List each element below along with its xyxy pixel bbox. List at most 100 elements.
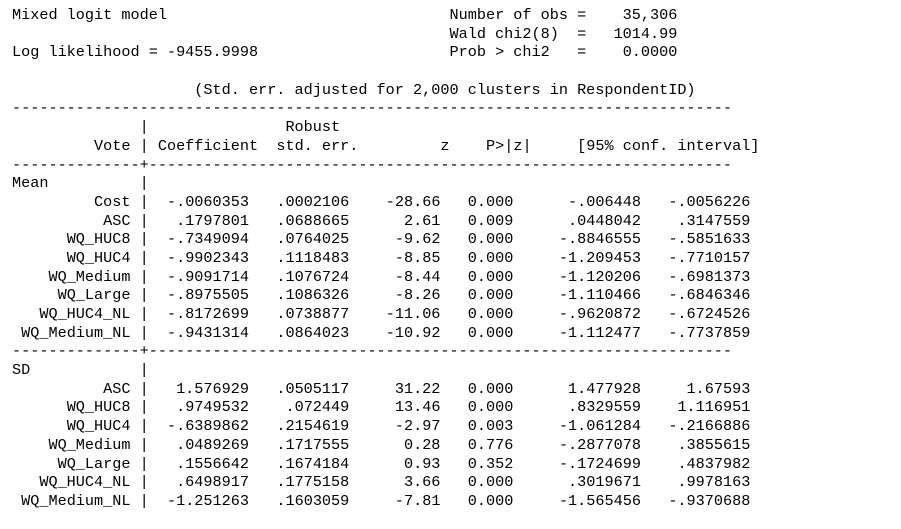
- row-ci-upper: -.6981373: [668, 267, 751, 286]
- row-z: -11.06: [385, 305, 441, 323]
- table-row: WQ_Medium_NL | -1.251263 .1603059 -7.81 …: [21, 491, 751, 510]
- stat-label: Wald chi2(8): [449, 24, 559, 43]
- table-row: WQ_Medium | -.9091714 .1076724 -8.44 0.0…: [48, 267, 751, 286]
- row-std-err: .1086326: [276, 286, 350, 305]
- row-z: -9.62: [394, 230, 441, 249]
- row-variable: WQ_Medium_NL: [21, 491, 131, 510]
- row-z: 31.22: [394, 379, 441, 398]
- row-coefficient: -.8172699: [166, 305, 249, 323]
- row-std-err: .1076724: [276, 267, 350, 286]
- row-std-err: .0505117: [276, 379, 350, 398]
- table-row: WQ_HUC4_NL | -.8172699 .0738877 -11.06 0…: [39, 305, 751, 323]
- col-z: z: [440, 136, 450, 155]
- row-ci-lower: -.8846555: [558, 230, 641, 249]
- row-variable: WQ_Large: [57, 454, 131, 473]
- row-pvalue: 0.000: [467, 398, 514, 417]
- row-ci-upper: -.5851633: [668, 230, 751, 249]
- row-coefficient: -.7349094: [166, 230, 249, 249]
- section-rule: --------------+-------------------------…: [12, 342, 733, 361]
- table-row: ASC | .1797801 .0688665 2.61 0.009 .0448…: [103, 211, 751, 230]
- row-ci-lower: -1.209453: [558, 248, 641, 267]
- depvar-label: Vote: [94, 136, 131, 155]
- stat-value: 0.0000: [622, 43, 678, 62]
- row-ci-lower: -.006448: [568, 192, 641, 211]
- row-pvalue: 0.000: [467, 230, 514, 249]
- row-pvalue: 0.000: [467, 473, 514, 492]
- section-header: SD |: [12, 361, 149, 380]
- row-coefficient: -.9091714: [166, 267, 249, 286]
- row-ci-upper: -.0056226: [668, 192, 751, 211]
- row-coefficient: .0489269: [176, 435, 249, 454]
- row-variable: WQ_HUC4_NL: [39, 473, 131, 492]
- row-ci-upper: .9978163: [677, 473, 751, 492]
- row-variable: Cost: [94, 192, 131, 211]
- row-ci-lower: -1.112477: [558, 323, 641, 342]
- row-ci-lower: -.2877078: [558, 435, 641, 454]
- row-std-err: .0002106: [276, 192, 350, 211]
- row-pvalue: 0.000: [467, 192, 514, 211]
- row-variable: ASC: [103, 379, 131, 398]
- row-coefficient: -.6389862: [166, 417, 249, 436]
- table-row: ASC | 1.576929 .0505117 31.22 0.000 1.47…: [103, 379, 751, 398]
- header-line-1: Mixed logit model Number of obs = 35,306: [12, 6, 678, 24]
- row-z: -8.85: [394, 248, 441, 267]
- row-pvalue: 0.000: [467, 305, 514, 323]
- row-ci-lower: -1.061284: [558, 417, 641, 436]
- row-coefficient: -1.251263: [166, 491, 249, 510]
- row-z: -8.44: [394, 267, 441, 286]
- row-std-err: .1118483: [276, 248, 350, 267]
- row-variable: WQ_HUC8: [66, 230, 131, 249]
- row-ci-upper: -.7737859: [668, 323, 751, 342]
- table-row: WQ_Large | .1556642 .1674184 0.93 0.352 …: [57, 454, 751, 473]
- row-std-err: .0764025: [276, 230, 350, 249]
- row-ci-lower: -1.120206: [558, 267, 641, 286]
- row-variable: WQ_Medium: [48, 435, 131, 454]
- row-variable: WQ_HUC8: [66, 398, 131, 417]
- row-coefficient: .9749532: [176, 398, 249, 417]
- row-z: -2.97: [394, 417, 441, 436]
- header-line-2: Wald chi2(8) = 1014.99: [449, 24, 678, 43]
- section-header: Mean |: [12, 174, 149, 193]
- stat-value: 1014.99: [613, 24, 678, 43]
- row-ci-lower: -.1724699: [558, 454, 641, 473]
- row-variable: WQ_HUC4: [66, 417, 131, 436]
- row-ci-upper: -.2166886: [668, 417, 751, 436]
- row-z: 0.93: [403, 454, 441, 473]
- row-variable: WQ_HUC4_NL: [39, 305, 131, 323]
- column-header-1: | Robust: [12, 118, 341, 137]
- row-ci-upper: -.6846346: [668, 286, 751, 305]
- row-coefficient: -.0060353: [166, 192, 249, 211]
- row-ci-upper: -.6724526: [668, 305, 751, 323]
- row-std-err: .1674184: [276, 454, 350, 473]
- row-ci-upper: -.7710157: [668, 248, 751, 267]
- col-coefficient: Coefficient: [157, 136, 259, 155]
- row-std-err: .0688665: [276, 211, 350, 230]
- row-coefficient: -.8975505: [166, 286, 249, 305]
- row-std-err: .072449: [285, 398, 350, 417]
- stat-label: Number of obs: [449, 6, 568, 24]
- row-std-err: .1775158: [276, 473, 350, 492]
- row-coefficient: .1556642: [176, 454, 249, 473]
- row-variable: ASC: [103, 211, 131, 230]
- table-row: WQ_HUC4 | -.9902343 .1118483 -8.85 0.000…: [66, 248, 751, 267]
- row-z: 3.66: [403, 473, 441, 492]
- table-row: WQ_Large | -.8975505 .1086326 -8.26 0.00…: [57, 286, 751, 305]
- row-ci-lower: .0448042: [568, 211, 641, 230]
- model-title: Mixed logit model: [12, 6, 167, 24]
- row-std-err: .0738877: [276, 305, 350, 323]
- row-pvalue: 0.000: [467, 248, 514, 267]
- row-ci-lower: -1.110466: [558, 286, 641, 305]
- row-z: -7.81: [394, 491, 441, 510]
- row-ci-lower: .8329559: [568, 398, 641, 417]
- row-ci-upper: 1.116951: [677, 398, 751, 417]
- row-coefficient: .1797801: [176, 211, 249, 230]
- stat-value: 35,306: [622, 6, 678, 24]
- log-likelihood-value: -9455.9998: [166, 43, 259, 62]
- row-variable: WQ_Medium_NL: [21, 323, 131, 342]
- row-std-err: .0864023: [276, 323, 350, 342]
- row-z: -10.92: [385, 323, 441, 342]
- row-ci-lower: -1.565456: [558, 491, 641, 510]
- row-coefficient: -.9431314: [166, 323, 249, 342]
- row-ci-lower: 1.477928: [568, 379, 641, 398]
- row-std-err: .2154619: [276, 417, 350, 436]
